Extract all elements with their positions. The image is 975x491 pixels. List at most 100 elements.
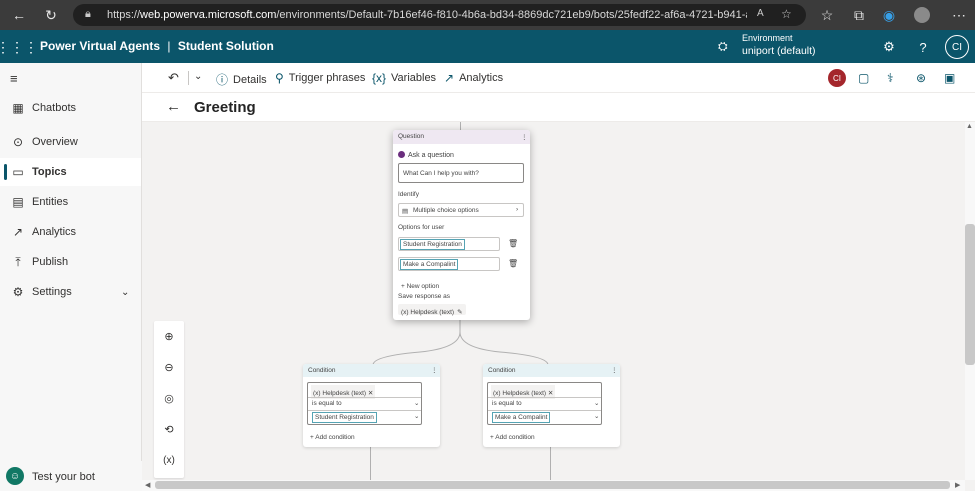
condition-value[interactable]: Student Registration bbox=[312, 412, 377, 423]
info-icon: ⓘ bbox=[216, 73, 229, 87]
add-condition-button[interactable]: + Add condition bbox=[310, 430, 355, 442]
publish-icon: ⤒ bbox=[15, 254, 21, 269]
scroll-left-icon[interactable]: ◀ bbox=[145, 481, 150, 489]
settings-icon: ⚙ bbox=[12, 285, 24, 299]
operator-select[interactable]: is equal to bbox=[312, 400, 342, 407]
edge-icon[interactable]: ◉ bbox=[880, 6, 898, 24]
analytics-icon: ↗ bbox=[444, 71, 455, 85]
zoom-in-icon[interactable]: ⊕ bbox=[154, 326, 184, 346]
user-avatar[interactable]: CI bbox=[945, 35, 969, 59]
overview-icon: ⊙ bbox=[12, 135, 24, 149]
settings-gear-icon[interactable]: ⚙ bbox=[880, 38, 898, 56]
scroll-right-icon[interactable]: ▶ bbox=[955, 481, 960, 489]
sidebar-item-analytics[interactable]: ↗ Analytics bbox=[0, 218, 141, 246]
sidebar-item-chatbots[interactable]: ▦ Chatbots bbox=[0, 94, 141, 122]
sidebar-item-settings[interactable]: ⚙ Settings ⌄ bbox=[0, 278, 141, 306]
details-button[interactable]: ⓘ Details bbox=[216, 71, 267, 88]
back-arrow-icon[interactable]: ← bbox=[166, 98, 181, 115]
chevron-right-icon: › bbox=[516, 206, 519, 213]
vertical-scroll-thumb[interactable] bbox=[965, 224, 975, 365]
chevron-down-icon: ⌄ bbox=[194, 71, 203, 82]
question-bubble-icon bbox=[398, 151, 405, 158]
sidebar-item-publish[interactable]: ⤒ Publish bbox=[0, 248, 141, 276]
close-icon[interactable]: ✕ bbox=[366, 390, 373, 397]
more-options-icon[interactable]: ⋮ bbox=[611, 366, 618, 374]
save-icon: ▣ bbox=[944, 71, 956, 85]
operator-select[interactable]: is equal to bbox=[492, 400, 522, 407]
option-field[interactable]: Student Registration bbox=[398, 237, 500, 251]
test-button[interactable]: ⊛ bbox=[916, 71, 926, 85]
browser-toolbar: ← ↻ 🔒︎ https://web.powerva.microsoft.com… bbox=[0, 0, 975, 30]
variable-icon: (x) bbox=[401, 309, 411, 316]
refresh-icon[interactable]: ↻ bbox=[42, 6, 60, 24]
favorite-star-icon[interactable]: ☆ bbox=[781, 7, 792, 21]
delete-trash-icon[interactable]: 🗑︎ bbox=[508, 259, 518, 268]
test-bot-button[interactable]: ☺ Test your bot bbox=[0, 461, 142, 491]
topic-checker-button[interactable]: ⚕ bbox=[887, 71, 894, 85]
connector-line bbox=[550, 446, 551, 480]
variable-icon: {x} bbox=[372, 71, 387, 85]
identify-select[interactable]: ▤ Multiple choice options › bbox=[398, 203, 524, 217]
chevron-down-icon: ⌄ bbox=[414, 413, 420, 420]
question-node[interactable]: Question ⋮ Ask a question What Can I hel… bbox=[393, 130, 530, 320]
recenter-icon[interactable]: ◎ bbox=[154, 388, 184, 408]
reset-zoom-icon[interactable]: ⟲ bbox=[154, 419, 184, 439]
undo-button[interactable]: ↶ bbox=[168, 70, 179, 86]
hamburger-menu-icon[interactable]: ≡ bbox=[10, 71, 18, 86]
condition-node-header: Condition ⋮ bbox=[483, 364, 620, 377]
user-avatar[interactable]: CI bbox=[828, 69, 846, 87]
condition-node[interactable]: Condition ⋮ (x) Helpdesk (text) ✕ is equ… bbox=[483, 364, 620, 447]
condition-editor[interactable]: (x) Helpdesk (text) ✕ is equal to ⌄ Stud… bbox=[307, 382, 422, 425]
condition-value[interactable]: Make a Compalint bbox=[492, 412, 551, 423]
back-arrow-icon[interactable]: ← bbox=[10, 6, 28, 24]
option-field[interactable]: Make a Compalint bbox=[398, 257, 500, 271]
variable-chip[interactable]: (x) Helpdesk (text) ✎ bbox=[398, 304, 466, 316]
chevron-down-icon: ⌄ bbox=[594, 400, 600, 407]
entities-icon: ▤ bbox=[12, 195, 24, 209]
condition-editor[interactable]: (x) Helpdesk (text) ✕ is equal to ⌄ Make… bbox=[487, 382, 602, 425]
question-text-input[interactable]: What Can I help you with? bbox=[398, 163, 524, 183]
delete-trash-icon[interactable]: 🗑︎ bbox=[508, 239, 518, 248]
scroll-up-icon[interactable]: ▲ bbox=[966, 123, 973, 130]
stethoscope-icon: ⚕ bbox=[887, 71, 894, 85]
address-bar[interactable]: 🔒︎ https://web.powerva.microsoft.com/env… bbox=[73, 4, 806, 26]
variables-icon[interactable]: (x) bbox=[154, 450, 184, 470]
close-icon[interactable]: ✕ bbox=[546, 390, 553, 397]
horizontal-scroll-thumb[interactable] bbox=[155, 481, 950, 489]
more-options-icon[interactable]: ⋮ bbox=[431, 366, 438, 374]
more-options-icon[interactable]: ⋯ bbox=[950, 6, 968, 24]
canvas-zoom-toolbar: ⊕ ⊖ ◎ ⟲ (x) bbox=[154, 321, 184, 478]
collections-icon[interactable]: ⧉ bbox=[850, 6, 868, 24]
bot-test-icon: ⊛ bbox=[916, 71, 927, 85]
comments-button[interactable]: ▢ bbox=[858, 71, 869, 85]
condition-node[interactable]: Condition ⋮ (x) Helpdesk (text) ✕ is equ… bbox=[303, 364, 440, 447]
read-aloud-icon[interactable]: A bbox=[757, 8, 764, 19]
more-options-icon[interactable]: ⋮ bbox=[521, 133, 528, 141]
pencil-icon[interactable]: ✎ bbox=[457, 309, 462, 316]
save-button[interactable]: ▣ bbox=[944, 71, 955, 85]
branch-connector bbox=[372, 320, 549, 365]
sidebar-item-overview[interactable]: ⊙ Overview bbox=[0, 128, 141, 156]
trigger-phrases-button[interactable]: ⚲ Trigger phrases bbox=[275, 71, 365, 85]
chatbots-icon: ▦ bbox=[12, 101, 24, 115]
trigger-icon: ⚲ bbox=[275, 71, 284, 85]
zoom-out-icon[interactable]: ⊖ bbox=[154, 357, 184, 377]
list-icon: ▤ bbox=[402, 208, 409, 215]
undo-dropdown-button[interactable]: ⌄ bbox=[194, 71, 202, 82]
question-node-header: Question ⋮ bbox=[393, 130, 530, 144]
toolbar-divider bbox=[188, 71, 189, 85]
analytics-button[interactable]: ↗ Analytics bbox=[444, 71, 503, 85]
solution-name: Student Solution bbox=[177, 39, 274, 53]
page-title: Greeting bbox=[194, 99, 256, 116]
sidebar-item-entities[interactable]: ▤ Entities bbox=[0, 188, 141, 216]
sidebar-item-topics[interactable]: ▭ Topics bbox=[0, 158, 141, 186]
topic-toolbar: ↶ ⌄ ⓘ Details ⚲ Trigger phrases {x} Variabl… bbox=[142, 63, 975, 93]
add-condition-button[interactable]: + Add condition bbox=[490, 430, 535, 442]
variables-button[interactable]: {x} Variables bbox=[372, 71, 436, 85]
undo-icon: ↶ bbox=[168, 70, 179, 85]
favorites-icon[interactable]: ☆ bbox=[818, 6, 836, 24]
new-option-button[interactable]: + New option bbox=[401, 279, 439, 291]
profile-avatar-icon[interactable] bbox=[914, 7, 930, 23]
help-icon[interactable]: ? bbox=[914, 38, 932, 56]
app-launcher-icon[interactable]: ⋮⋮⋮ bbox=[0, 38, 38, 56]
